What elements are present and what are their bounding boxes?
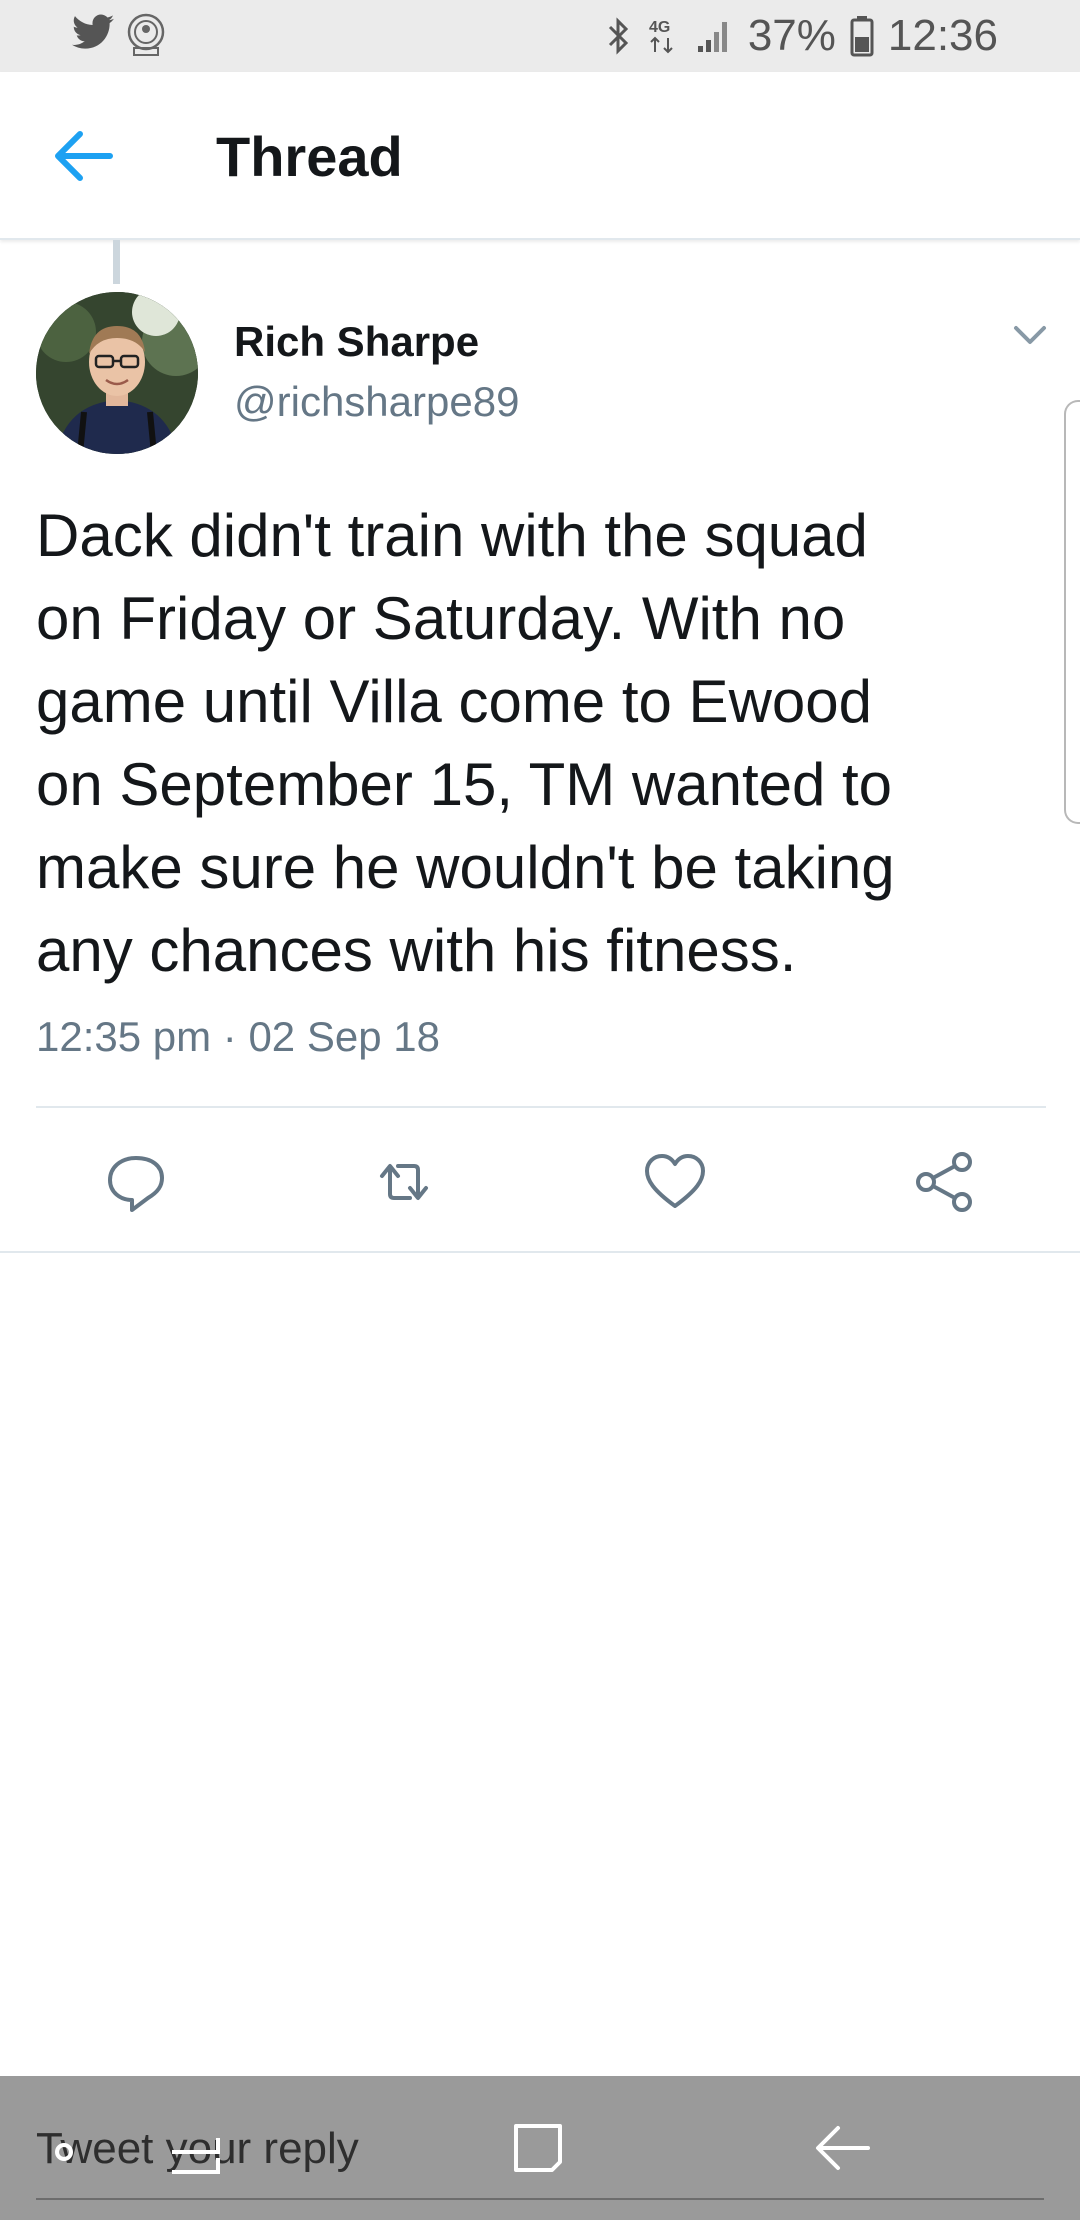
status-bar: 4G 37% 12:36 (0, 0, 1080, 72)
back-arrow-icon[interactable] (50, 126, 120, 186)
tweet-line: on Friday or Saturday. With no (36, 585, 846, 652)
home-icon[interactable] (510, 2120, 566, 2176)
tweet-line: game until Villa come to Ewood (36, 668, 873, 735)
network-4g-icon: 4G (649, 19, 673, 54)
edge-panel-handle[interactable] (1064, 400, 1080, 824)
tweet-timestamp: 12:35 pm · 02 Sep 18 (36, 1013, 440, 1060)
back-nav-icon[interactable] (812, 2122, 872, 2174)
divider (36, 1106, 1046, 1108)
page-title: Thread (216, 125, 403, 188)
tweet-line: any chances with his fitness. (36, 917, 797, 984)
tweet-line: on September 15, TM wanted to (36, 751, 893, 818)
svg-text:4G: 4G (649, 19, 670, 36)
reply-underline (36, 2198, 1044, 2200)
signal-icon (697, 22, 727, 52)
author-name[interactable]: Rich Sharpe (234, 318, 479, 366)
battery-icon (850, 16, 874, 57)
battery-percent: 37% (747, 11, 836, 60)
tweet-actions (0, 1140, 1080, 1224)
avatar[interactable] (36, 292, 198, 454)
badge-icon (127, 13, 165, 56)
bluetooth-icon (608, 17, 628, 55)
share-icon[interactable] (912, 1150, 976, 1214)
chevron-down-icon[interactable] (1010, 318, 1050, 350)
like-icon[interactable] (643, 1150, 707, 1214)
reply-icon[interactable] (104, 1150, 168, 1214)
tweet-line: Dack didn't train with the squad (36, 502, 868, 569)
author-handle[interactable]: @richsharpe89 (234, 378, 519, 426)
recent-apps-icon[interactable] (50, 2130, 260, 2186)
clock: 12:36 (887, 11, 998, 60)
app-header: Thread (0, 72, 1080, 240)
tweet-line: make sure he wouldn't be taking (36, 834, 895, 901)
tweet-text: Dack didn't train with the squad on Frid… (36, 494, 1036, 992)
thread-connector (113, 240, 120, 284)
retweet-icon[interactable] (372, 1150, 436, 1214)
twitter-icon (72, 14, 114, 49)
divider (0, 1251, 1080, 1253)
